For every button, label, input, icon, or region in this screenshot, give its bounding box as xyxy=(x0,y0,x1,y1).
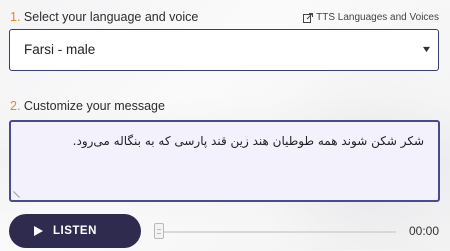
tts-languages-link-label: TTS Languages and Voices xyxy=(316,12,439,23)
message-text: شکر شکن شوند همه طوطیان هند زین قند پارس… xyxy=(72,134,424,148)
play-icon xyxy=(34,226,43,236)
voice-select-value: Farsi - male xyxy=(24,42,96,57)
step-1-heading: 1. Select your language and voice xyxy=(10,10,198,24)
external-link-icon xyxy=(303,12,314,23)
step-1-label: Select your language and voice xyxy=(23,10,199,24)
caret-down-icon xyxy=(423,46,430,53)
step-1-number: 1. xyxy=(10,10,21,24)
tts-languages-link[interactable]: TTS Languages and Voices xyxy=(303,12,439,23)
step-2-number: 2. xyxy=(10,99,21,113)
voice-select[interactable]: Farsi - male xyxy=(9,29,439,71)
listen-button-label: LISTEN xyxy=(53,225,97,237)
audio-time: 00:00 xyxy=(408,224,439,238)
listen-button[interactable]: LISTEN xyxy=(9,214,141,248)
audio-progress-track[interactable] xyxy=(158,231,396,233)
message-textarea[interactable]: شکر شکن شوند همه طوطیان هند زین قند پارس… xyxy=(9,120,440,202)
step-2-label: Customize your message xyxy=(23,99,165,113)
audio-progress-handle[interactable] xyxy=(154,223,164,239)
step-2-heading: 2. Customize your message xyxy=(10,99,165,113)
resize-handle-icon[interactable] xyxy=(13,191,20,198)
